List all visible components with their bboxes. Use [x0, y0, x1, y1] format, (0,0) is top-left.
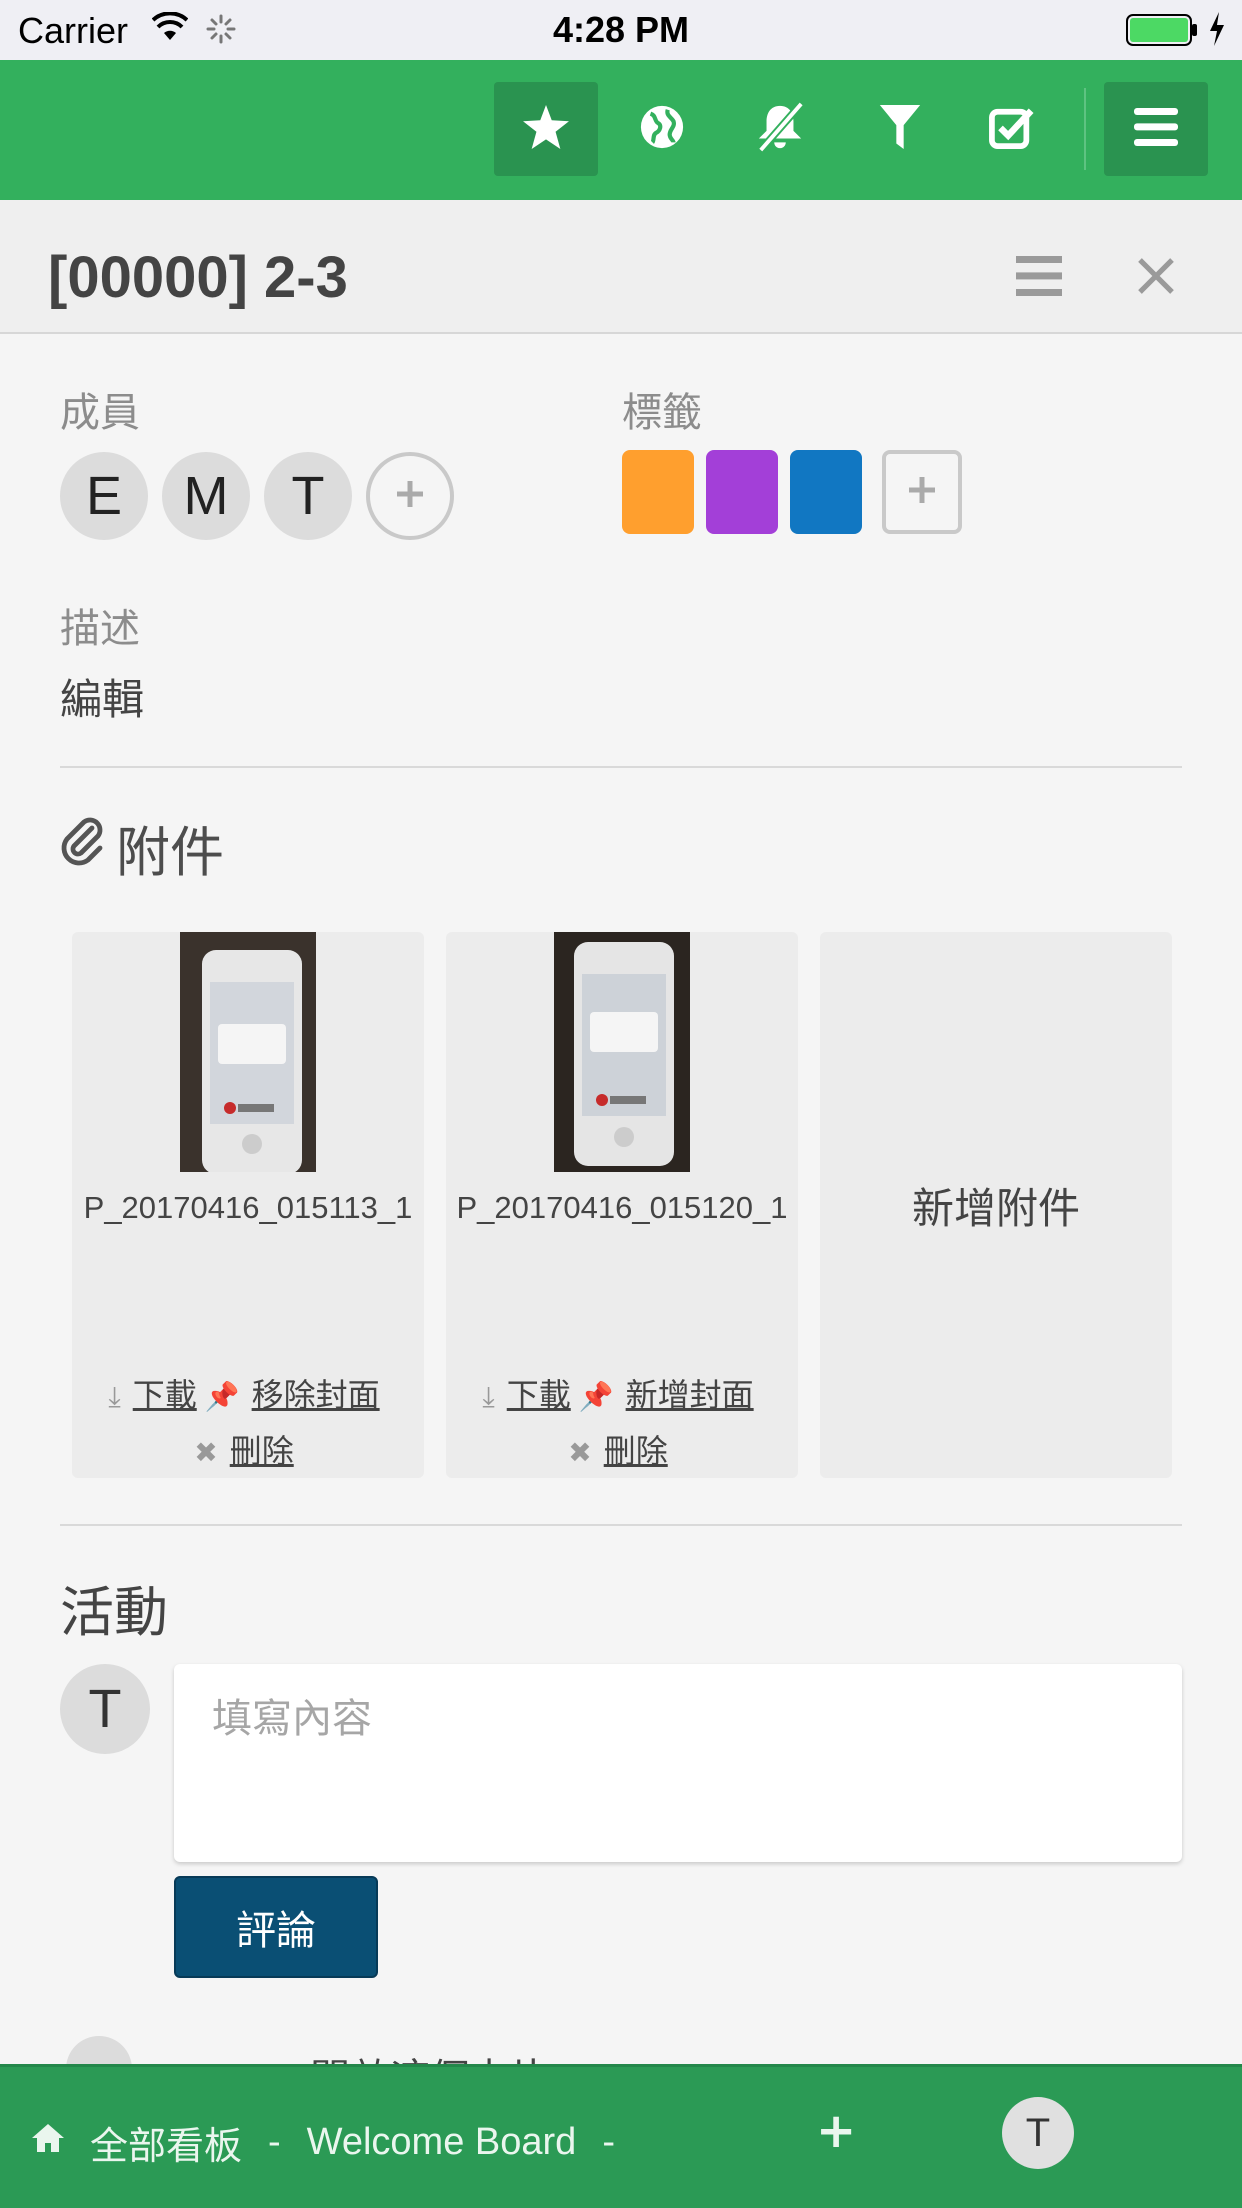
header-separator [1084, 88, 1086, 170]
mute-button[interactable] [728, 82, 832, 176]
attachment-card: P_20170416_015113_1 ⤓ 下載 📌 移除封面 ✖ 刪除 [72, 932, 424, 1478]
add-button[interactable]: + [816, 2103, 856, 2159]
comment-input[interactable] [174, 1664, 1182, 1862]
filter-icon [879, 105, 921, 153]
globe-icon [639, 104, 685, 154]
top-nav-bar [0, 60, 1242, 200]
clock: 4:28 PM [552, 9, 690, 50]
member-avatar[interactable]: T [264, 452, 352, 540]
delete-link[interactable]: 刪除 [604, 1432, 668, 1470]
comment-submit-button[interactable]: 評論 [174, 1876, 378, 1978]
labels-label: 標籤 [622, 390, 702, 436]
breadcrumb-separator: - [602, 2121, 615, 2163]
download-link[interactable]: 下載 [133, 1376, 197, 1414]
activity-heading: 活動 [60, 1581, 168, 1644]
attachment-card: P_20170416_015120_1 ⤓ 下載 📌 新增封面 ✖ 刪除 [446, 932, 798, 1478]
download-icon: ⤓ [482, 1380, 495, 1413]
bell-slash-icon [753, 101, 807, 156]
attachment-name: P_20170416_015113_1 [83, 1190, 413, 1225]
attachments-title: 附件 [116, 821, 224, 884]
add-attachment-card[interactable]: 新增附件 [820, 932, 1172, 1478]
remove-cover-link[interactable]: 移除封面 [252, 1376, 380, 1414]
home-icon[interactable] [30, 2121, 66, 2164]
breadcrumb: 全部看板 - Welcome Board - [30, 2115, 641, 2170]
status-bar: Carrier 4:28 PM [0, 0, 1242, 60]
attachment-thumbnail[interactable] [180, 932, 316, 1172]
hamburger-icon [1134, 108, 1178, 150]
divider [60, 766, 1182, 768]
add-label-button[interactable] [882, 450, 962, 534]
card-details-header: [00000] 2-3 [0, 200, 1242, 334]
plus-icon [906, 474, 938, 510]
attachment-thumbnail[interactable] [554, 932, 690, 1172]
label-chip-purple[interactable] [706, 450, 778, 534]
attachment-name: P_20170416_015120_1 [456, 1190, 788, 1225]
attachment-actions: ⤓ 下載 📌 移除封面 ✖ 刪除 [72, 1368, 424, 1480]
download-icon: ⤓ [108, 1380, 121, 1413]
members-label: 成員 [60, 390, 140, 436]
divider [60, 1524, 1182, 1526]
add-cover-link[interactable]: 新增封面 [626, 1376, 754, 1414]
card-title[interactable]: [00000] 2-3 [48, 244, 348, 311]
plus-icon [393, 477, 427, 515]
all-boards-link[interactable]: 全部看板 [90, 2115, 242, 2170]
attachment-actions: ⤓ 下載 📌 新增封面 ✖ 刪除 [446, 1368, 798, 1480]
delete-link[interactable]: 刪除 [230, 1432, 294, 1470]
activity-entry-text: 開啟這個卡片 [310, 2046, 550, 2066]
user-avatar[interactable]: T [1002, 2097, 1074, 2169]
download-link[interactable]: 下載 [507, 1376, 571, 1414]
menu-button[interactable] [1104, 82, 1208, 176]
star-button[interactable] [494, 82, 598, 176]
star-icon [523, 105, 569, 153]
label-chip-blue[interactable] [790, 450, 862, 534]
pin-icon: 📌 [578, 1380, 614, 1413]
avatar: T [60, 1664, 150, 1754]
filter-button[interactable] [848, 82, 952, 176]
description-label: 描述 [60, 606, 140, 652]
edit-description-link[interactable]: 編輯 [60, 666, 144, 727]
attachments-heading: 附件 [60, 808, 224, 887]
paperclip-icon [60, 816, 116, 879]
label-chip-orange[interactable] [622, 450, 694, 534]
member-avatar[interactable]: E [60, 452, 148, 540]
pin-icon: 📌 [204, 1380, 240, 1413]
delete-icon: ✖ [568, 1436, 592, 1469]
checklist-button[interactable] [960, 82, 1064, 176]
add-attachment-label: 新增附件 [911, 1183, 1080, 1233]
charging-icon [1208, 12, 1226, 51]
add-member-button[interactable] [366, 452, 454, 540]
visibility-button[interactable] [610, 82, 714, 176]
delete-icon: ✖ [194, 1436, 218, 1469]
card-menu-icon[interactable] [1016, 256, 1062, 300]
close-icon[interactable] [1136, 256, 1176, 300]
board-name-link[interactable]: Welcome Board [307, 2121, 577, 2164]
member-avatar[interactable]: M [162, 452, 250, 540]
breadcrumb-separator: - [268, 2121, 281, 2163]
check-square-icon [989, 105, 1035, 153]
bottom-nav-bar: 全部看板 - Welcome Board - + T [0, 2064, 1242, 2208]
battery-icon [1126, 14, 1198, 51]
